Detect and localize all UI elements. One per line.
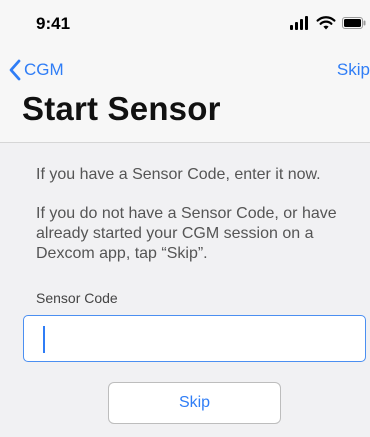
navigation-bar: CGM Skip: [0, 52, 370, 88]
back-button[interactable]: CGM: [8, 58, 64, 82]
instruction-text-1: If you have a Sensor Code, enter it now.: [36, 166, 321, 183]
signal-icon: [290, 16, 310, 30]
status-time: 9:41: [36, 14, 71, 33]
start-sensor-screen: 9:41 CGM Skip Start Sensor If you have a…: [0, 0, 370, 437]
sensor-code-field[interactable]: [23, 315, 366, 362]
back-label: CGM: [24, 60, 64, 79]
skip-button[interactable]: Skip: [108, 382, 281, 424]
wifi-icon: [316, 16, 336, 30]
battery-icon: [342, 17, 366, 29]
page-title: Start Sensor: [22, 90, 221, 127]
sensor-code-label: Sensor Code: [36, 290, 118, 306]
skip-nav-button[interactable]: Skip: [337, 60, 370, 80]
instruction-text-2: If you do not have a Sensor Code, or hav…: [36, 205, 337, 262]
status-bar: 9:41: [0, 0, 370, 52]
content-section: If you have a Sensor Code, enter it now.…: [0, 142, 370, 437]
sensor-code-input[interactable]: [24, 316, 365, 361]
chevron-left-icon: [9, 59, 21, 81]
